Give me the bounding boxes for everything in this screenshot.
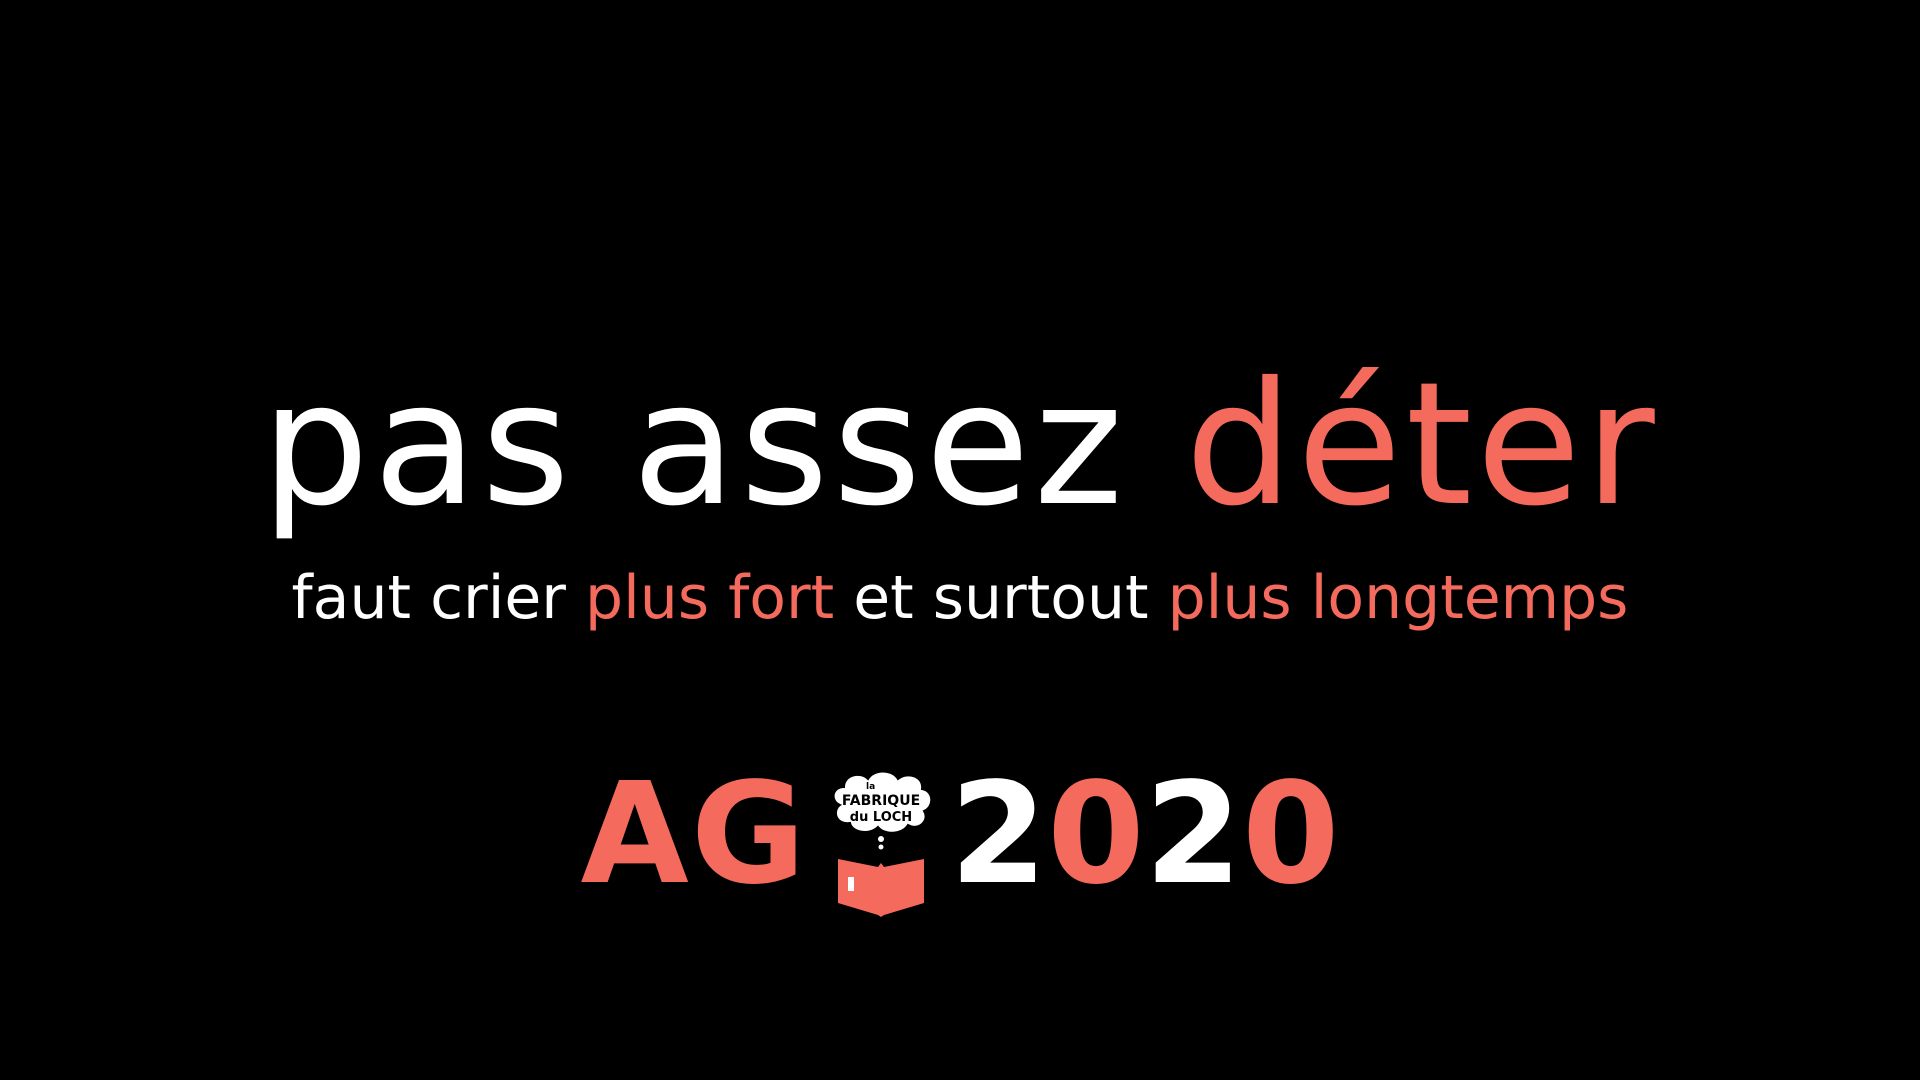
logo-text-fabrique: FABRIQUE	[842, 793, 920, 809]
ag-label: AG	[580, 753, 808, 916]
year-digit-2: 0	[1047, 753, 1145, 916]
year-digit-4: 0	[1242, 753, 1340, 916]
fabrique-du-loch-logo-icon: la FABRIQUE du LOCH	[832, 770, 933, 917]
subline-text-2: et surtout	[834, 563, 1168, 633]
subline-accent-2: plus longtemps	[1167, 563, 1629, 633]
year-label: 2020	[950, 765, 1340, 905]
logo-text-la: la	[866, 782, 875, 792]
ag-2020-footer: AG la FABRIQUE du LOCH 2020	[0, 753, 1920, 917]
year-digit-3: 2	[1144, 753, 1243, 916]
slide: pas assez déter faut crier plus fort et …	[0, 0, 1920, 1080]
headline: pas assez déter	[0, 360, 1920, 530]
subline-text-1: faut crier	[291, 563, 586, 633]
subline: faut crier plus fort et surtout plus lon…	[0, 568, 1920, 628]
headline-accent-text: déter	[1185, 346, 1659, 544]
headline-white-text: pas assez	[261, 346, 1186, 544]
year-digit-1: 2	[949, 753, 1048, 916]
subline-accent-1: plus fort	[585, 563, 835, 633]
logo-text-du-loch: du LOCH	[850, 810, 912, 825]
